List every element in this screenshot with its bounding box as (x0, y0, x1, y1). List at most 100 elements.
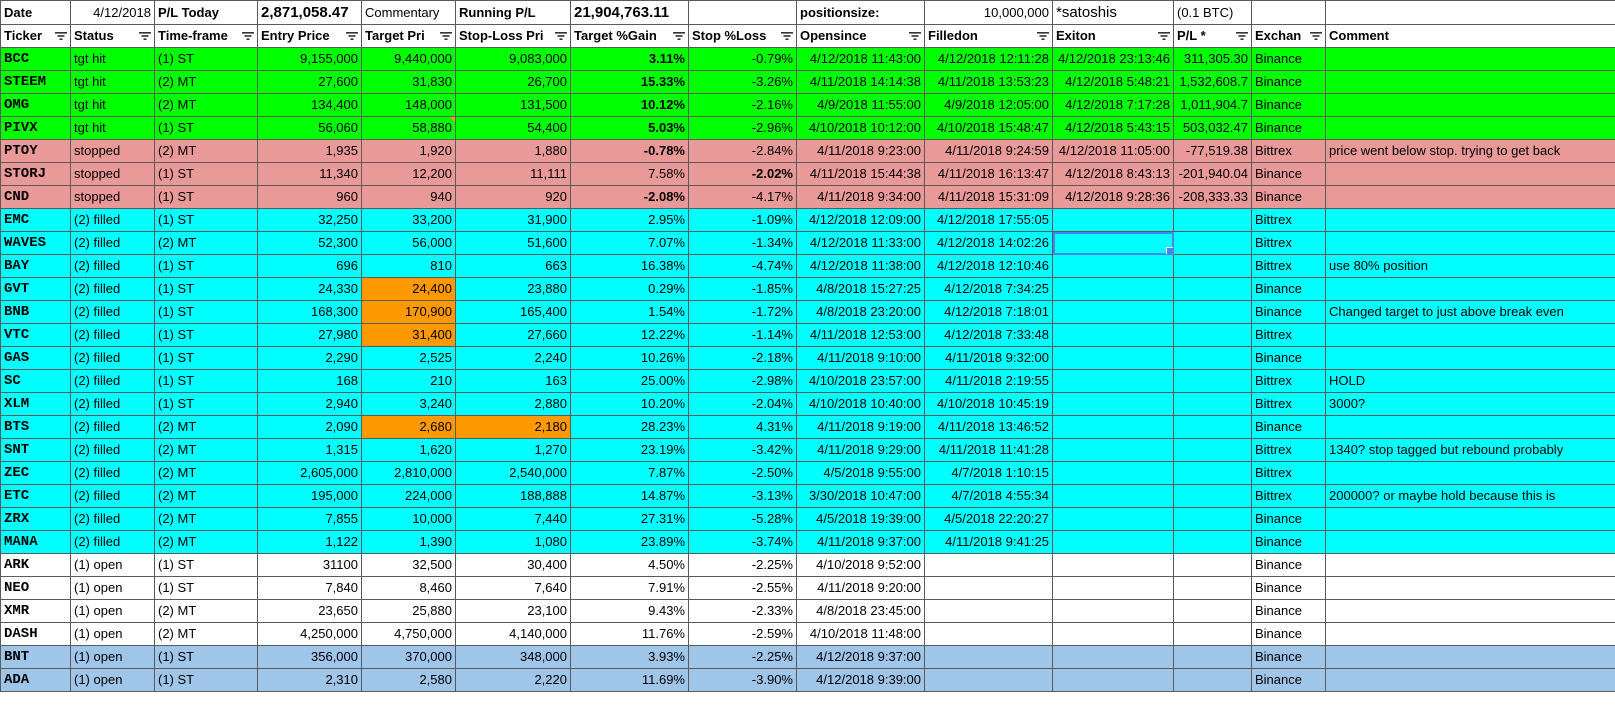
target-gain-cell[interactable]: 23.19% (570, 438, 689, 462)
opensince-cell[interactable]: 4/8/2018 23:45:00 (796, 599, 925, 623)
column-header-target-price[interactable]: Target Pri (361, 24, 456, 48)
stop-loss-pct-cell[interactable]: -1.85% (688, 277, 797, 301)
filledon-cell[interactable]: 4/12/2018 12:11:28 (924, 47, 1053, 71)
target-price-cell[interactable]: 58,880 (361, 116, 456, 140)
ticker-cell[interactable]: ETC (0, 484, 71, 508)
pl-cell[interactable] (1173, 438, 1252, 462)
stop-loss-pct-cell[interactable]: 4.31% (688, 415, 797, 439)
target-gain-cell[interactable]: 7.58% (570, 162, 689, 186)
stop-loss-price-cell[interactable]: 7,440 (455, 507, 571, 531)
target-gain-cell[interactable]: 2.95% (570, 208, 689, 232)
ticker-cell[interactable]: SC (0, 369, 71, 393)
filledon-cell[interactable] (924, 599, 1053, 623)
exchange-cell[interactable]: Binance (1251, 162, 1326, 186)
exiton-cell[interactable] (1052, 530, 1174, 554)
target-price-cell[interactable]: 370,000 (361, 645, 456, 669)
timeframe-cell[interactable]: (1) ST (154, 162, 258, 186)
opensince-cell[interactable]: 4/8/2018 23:20:00 (796, 300, 925, 324)
filledon-cell[interactable] (924, 622, 1053, 646)
ticker-cell[interactable]: BNT (0, 645, 71, 669)
filter-icon[interactable] (1158, 31, 1170, 41)
stop-loss-price-cell[interactable]: 131,500 (455, 93, 571, 117)
filledon-cell[interactable]: 4/11/2018 11:41:28 (924, 438, 1053, 462)
entry-price-cell[interactable]: 7,840 (257, 576, 362, 600)
target-price-cell[interactable]: 33,200 (361, 208, 456, 232)
ticker-cell[interactable]: WAVES (0, 231, 71, 255)
opensince-cell[interactable]: 4/12/2018 12:09:00 (796, 208, 925, 232)
filledon-cell[interactable]: 4/11/2018 2:19:55 (924, 369, 1053, 393)
stop-loss-price-cell[interactable]: 51,600 (455, 231, 571, 255)
pl-cell[interactable] (1173, 346, 1252, 370)
exchange-cell[interactable]: Bittrex (1251, 323, 1326, 347)
status-cell[interactable]: (2) filled (70, 231, 155, 255)
entry-price-cell[interactable]: 4,250,000 (257, 622, 362, 646)
target-gain-cell[interactable]: 25.00% (570, 369, 689, 393)
opensince-cell[interactable]: 4/5/2018 9:55:00 (796, 461, 925, 485)
entry-price-cell[interactable]: 24,330 (257, 277, 362, 301)
timeframe-cell[interactable]: (1) ST (154, 323, 258, 347)
exiton-cell[interactable]: 4/12/2018 9:28:36 (1052, 185, 1174, 209)
fill-handle[interactable] (1166, 247, 1173, 254)
target-gain-cell[interactable]: 23.89% (570, 530, 689, 554)
target-gain-cell[interactable]: 0.29% (570, 277, 689, 301)
exchange-cell[interactable]: Bittrex (1251, 369, 1326, 393)
timeframe-cell[interactable]: (2) MT (154, 93, 258, 117)
exchange-cell[interactable]: Binance (1251, 415, 1326, 439)
stop-loss-pct-cell[interactable]: -1.09% (688, 208, 797, 232)
entry-price-cell[interactable]: 1,122 (257, 530, 362, 554)
stop-loss-pct-cell[interactable]: -1.14% (688, 323, 797, 347)
ticker-cell[interactable]: ARK (0, 553, 71, 577)
timeframe-cell[interactable]: (2) MT (154, 139, 258, 163)
entry-price-cell[interactable]: 1,935 (257, 139, 362, 163)
running-pl-label-cell[interactable]: Running P/L (455, 0, 571, 25)
target-gain-cell[interactable]: 1.54% (570, 300, 689, 324)
target-gain-cell[interactable]: 14.87% (570, 484, 689, 508)
opensince-cell[interactable]: 4/11/2018 12:53:00 (796, 323, 925, 347)
exiton-cell[interactable] (1052, 438, 1174, 462)
empty-cell[interactable] (1251, 0, 1326, 25)
filter-icon[interactable] (1236, 31, 1248, 41)
ticker-cell[interactable]: BCC (0, 47, 71, 71)
entry-price-cell[interactable]: 56,060 (257, 116, 362, 140)
stop-loss-pct-cell[interactable]: -2.50% (688, 461, 797, 485)
pl-cell[interactable] (1173, 530, 1252, 554)
opensince-cell[interactable]: 4/12/2018 11:33:00 (796, 231, 925, 255)
status-cell[interactable]: (1) open (70, 576, 155, 600)
target-gain-cell[interactable]: 10.12% (570, 93, 689, 117)
ticker-cell[interactable]: OMG (0, 93, 71, 117)
comment-cell[interactable] (1325, 530, 1615, 554)
filledon-cell[interactable] (924, 553, 1053, 577)
timeframe-cell[interactable]: (2) MT (154, 484, 258, 508)
filter-icon[interactable] (55, 31, 67, 41)
pl-cell[interactable]: -77,519.38 (1173, 139, 1252, 163)
filledon-cell[interactable]: 4/11/2018 9:24:59 (924, 139, 1053, 163)
stop-loss-price-cell[interactable]: 7,640 (455, 576, 571, 600)
opensince-cell[interactable]: 4/12/2018 9:39:00 (796, 668, 925, 692)
status-cell[interactable]: (2) filled (70, 254, 155, 278)
entry-price-cell[interactable]: 7,855 (257, 507, 362, 531)
filledon-cell[interactable]: 4/11/2018 15:31:09 (924, 185, 1053, 209)
status-cell[interactable]: (2) filled (70, 208, 155, 232)
stop-loss-pct-cell[interactable]: -1.72% (688, 300, 797, 324)
target-gain-cell[interactable]: 27.31% (570, 507, 689, 531)
entry-price-cell[interactable]: 2,290 (257, 346, 362, 370)
pl-cell[interactable] (1173, 668, 1252, 692)
exchange-cell[interactable]: Bittrex (1251, 254, 1326, 278)
exiton-cell[interactable] (1052, 369, 1174, 393)
target-price-cell[interactable]: 1,620 (361, 438, 456, 462)
stop-loss-price-cell[interactable]: 663 (455, 254, 571, 278)
comment-cell[interactable]: use 80% position (1325, 254, 1615, 278)
pl-today-label-cell[interactable]: P/L Today (154, 0, 258, 25)
entry-price-cell[interactable]: 31100 (257, 553, 362, 577)
status-cell[interactable]: (2) filled (70, 277, 155, 301)
positionsize-value-cell[interactable]: 10,000,000 (924, 0, 1053, 25)
timeframe-cell[interactable]: (1) ST (154, 392, 258, 416)
opensince-cell[interactable]: 4/8/2018 15:27:25 (796, 277, 925, 301)
exiton-cell[interactable] (1052, 668, 1174, 692)
empty-cell[interactable] (688, 0, 797, 25)
opensince-cell[interactable]: 4/5/2018 19:39:00 (796, 507, 925, 531)
opensince-cell[interactable]: 4/11/2018 9:10:00 (796, 346, 925, 370)
opensince-cell[interactable]: 4/10/2018 9:52:00 (796, 553, 925, 577)
stop-loss-price-cell[interactable]: 2,220 (455, 668, 571, 692)
stop-loss-price-cell[interactable]: 9,083,000 (455, 47, 571, 71)
